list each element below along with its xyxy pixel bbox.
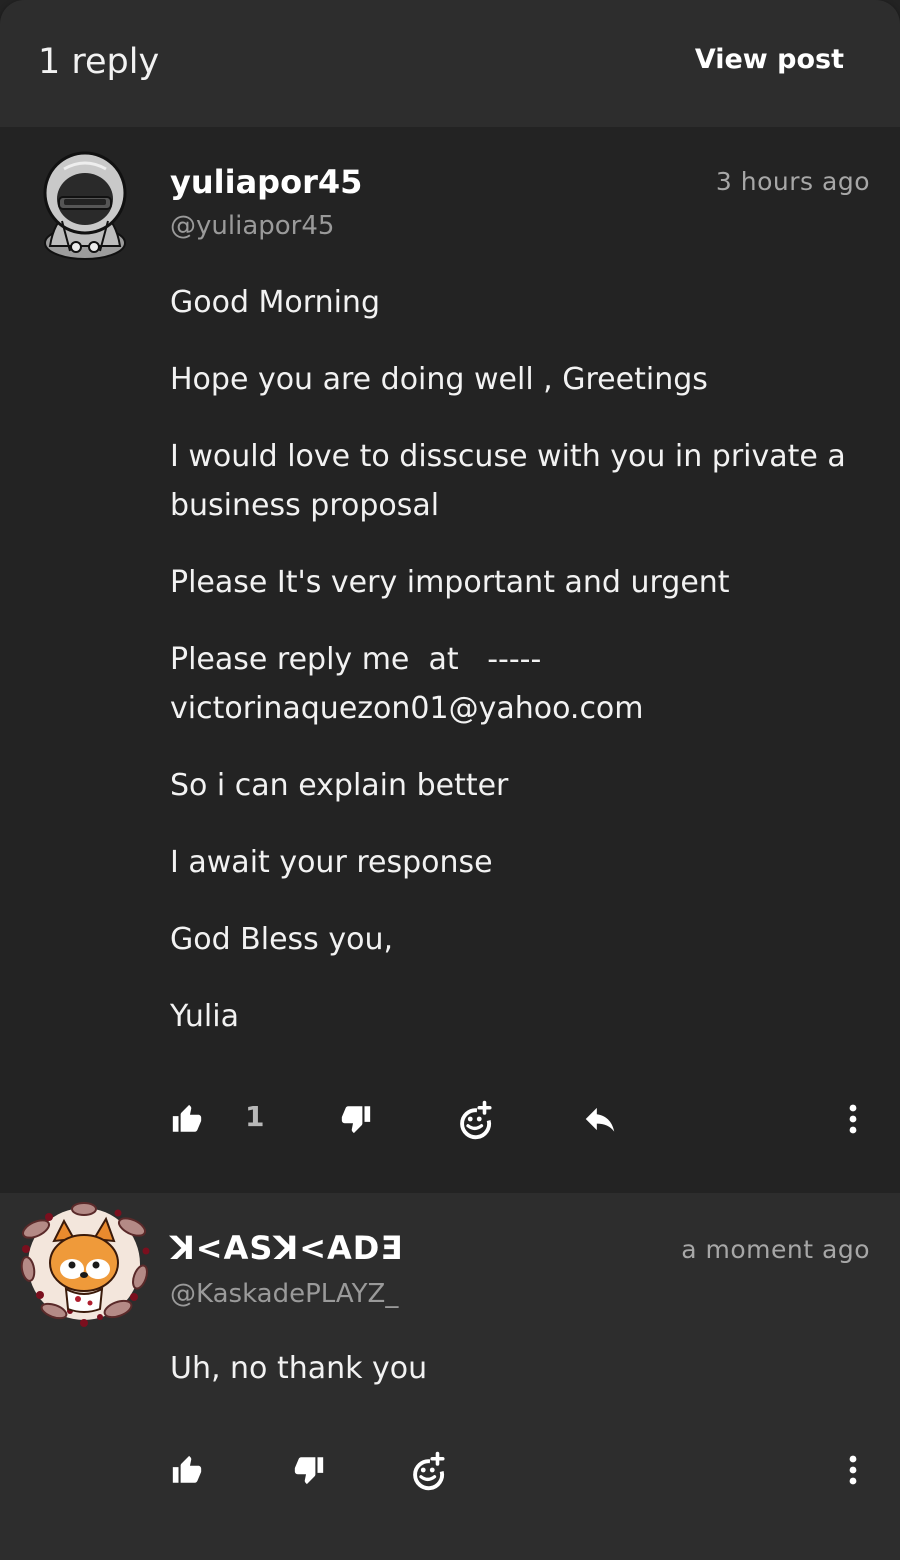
comment-paragraph: Please It's very important and urgent	[170, 565, 730, 600]
comment-actions: 1	[0, 1094, 900, 1144]
comment-paragraph: Hope you are doing well , Greetings	[170, 362, 708, 397]
comment-card: yuliapor45 @yuliapor45 3 hours ago Good …	[0, 127, 900, 1193]
more-options-button[interactable]	[838, 1445, 868, 1495]
avatar[interactable]	[14, 1199, 154, 1329]
comment-paragraph: Yulia	[170, 999, 239, 1034]
thumbs-down-icon	[341, 1106, 371, 1134]
add-reaction-button[interactable]	[409, 1445, 451, 1495]
more-options-button[interactable]	[838, 1094, 868, 1144]
thumbs-up-icon	[172, 1455, 202, 1483]
comment-paragraph: Good Morning	[170, 285, 380, 320]
reply-count-title: 1 reply	[38, 42, 160, 82]
like-button[interactable]	[170, 1445, 204, 1495]
like-count: 1	[245, 1100, 265, 1133]
comment-actions	[0, 1445, 900, 1495]
avatar[interactable]	[40, 151, 128, 261]
reply-button[interactable]	[581, 1094, 619, 1144]
comment-username[interactable]: ꓘ<ASꓘ<ADƎ	[170, 1229, 403, 1267]
hooded-figure-avatar-icon	[43, 151, 127, 260]
comment-username[interactable]: yuliapor45	[170, 163, 362, 201]
comment-handle[interactable]: @yuliapor45	[170, 211, 334, 241]
thumbs-down-icon	[294, 1457, 324, 1485]
dislike-button[interactable]	[292, 1445, 326, 1495]
red-panda-avatar-icon	[20, 1202, 150, 1327]
add-reaction-icon	[460, 1100, 492, 1140]
comment-paragraph: Uh, no thank you	[170, 1351, 428, 1386]
comment-body: Uh, no thank you	[170, 1344, 875, 1421]
comment-paragraph: Please reply me at ----- victorinaquezon…	[170, 642, 644, 726]
like-button[interactable]	[170, 1094, 204, 1144]
comment-body: Good Morning Hope you are doing well , G…	[170, 278, 875, 1069]
more-vertical-icon	[849, 1104, 857, 1134]
dislike-button[interactable]	[339, 1094, 373, 1144]
comment-paragraph: God Bless you,	[170, 922, 394, 957]
add-reaction-icon	[413, 1451, 445, 1491]
view-post-link[interactable]: View post	[695, 44, 844, 75]
add-reaction-button[interactable]	[456, 1094, 498, 1144]
replies-header: 1 reply View post	[0, 0, 900, 127]
more-vertical-icon	[849, 1455, 857, 1485]
comment-timestamp: a moment ago	[681, 1235, 870, 1264]
comment-handle[interactable]: @KaskadePLAYZ_	[170, 1279, 398, 1309]
comment-card: ꓘ<ASꓘ<ADƎ @KaskadePLAYZ_ a moment ago Uh…	[0, 1193, 900, 1560]
comment-timestamp: 3 hours ago	[715, 167, 870, 196]
comment-paragraph: I would love to disscuse with you in pri…	[170, 439, 856, 523]
comment-paragraph: I await your response	[170, 845, 493, 880]
comment-paragraph: So i can explain better	[170, 768, 509, 803]
reply-icon	[585, 1107, 615, 1132]
thumbs-up-icon	[172, 1104, 202, 1132]
